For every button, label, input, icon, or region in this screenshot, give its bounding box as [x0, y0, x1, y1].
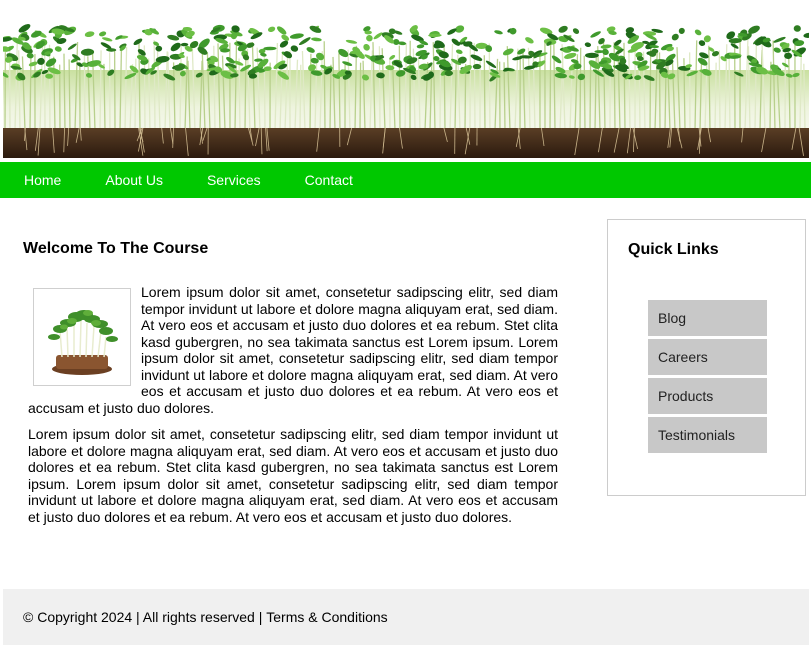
quick-link-careers[interactable]: Careers	[648, 339, 767, 375]
quick-link-blog[interactable]: Blog	[648, 300, 767, 336]
sprouts-thumbnail-image	[33, 288, 131, 386]
page: Home About Us Services Contact Welcome T…	[0, 0, 811, 647]
sidebar-title: Quick Links	[628, 241, 719, 258]
copyright-text: © Copyright 2024 | All rights reserved |	[23, 609, 267, 625]
terms-link[interactable]: Terms & Conditions	[266, 609, 387, 625]
quick-links-sidebar: Quick Links Blog Careers Products Testim…	[607, 219, 806, 496]
quick-link-testimonials[interactable]: Testimonials	[648, 417, 767, 453]
main-content: Welcome To The Course Lorem ipsum dolor …	[23, 228, 558, 525]
page-title: Welcome To The Course	[23, 240, 209, 257]
body-paragraph: Lorem ipsum dolor sit amet, consetetur s…	[28, 426, 558, 525]
quick-links-list: Blog Careers Products Testimonials	[648, 300, 767, 456]
nav-contact[interactable]: Contact	[305, 172, 353, 188]
footer: © Copyright 2024 | All rights reserved |…	[3, 589, 809, 645]
nav-home[interactable]: Home	[24, 172, 61, 188]
header-banner-image	[3, 0, 809, 158]
nav-services[interactable]: Services	[207, 172, 261, 188]
quick-link-products[interactable]: Products	[648, 378, 767, 414]
nav-about-us[interactable]: About Us	[105, 172, 163, 188]
main-nav: Home About Us Services Contact	[0, 162, 811, 198]
intro-paragraph: Lorem ipsum dolor sit amet, consetetur s…	[28, 284, 558, 416]
